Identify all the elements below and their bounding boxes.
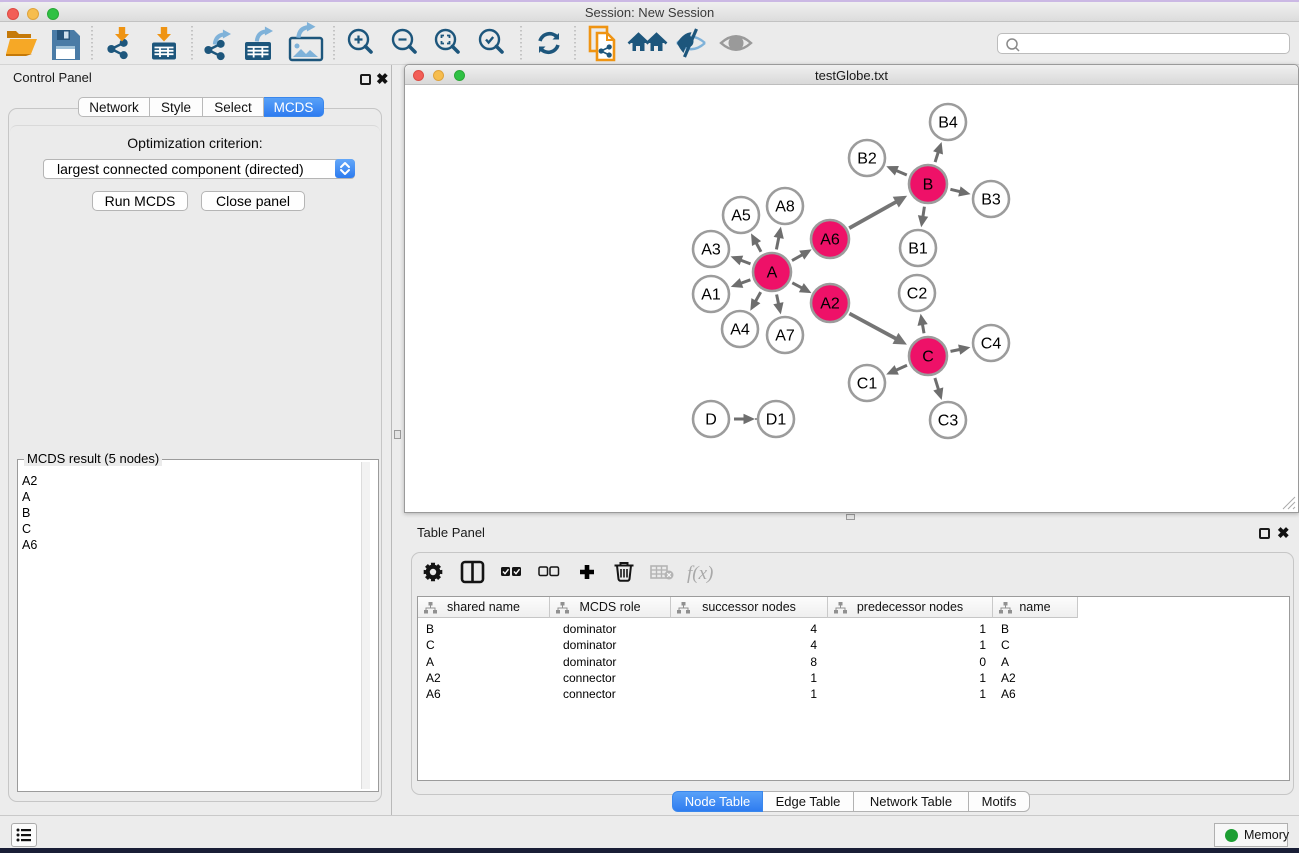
svg-text:C2: C2 <box>907 286 928 303</box>
svg-text:A3: A3 <box>701 242 721 259</box>
svg-text:A: A <box>767 265 778 282</box>
svg-text:C3: C3 <box>938 413 959 430</box>
svg-text:A6: A6 <box>820 232 840 249</box>
svg-text:f(x): f(x) <box>687 563 713 584</box>
svg-text:B4: B4 <box>938 115 958 132</box>
svg-text:C1: C1 <box>857 376 878 393</box>
svg-text:A4: A4 <box>730 322 750 339</box>
svg-text:A5: A5 <box>731 208 751 225</box>
svg-text:A8: A8 <box>775 199 795 216</box>
svg-text:A7: A7 <box>775 328 795 345</box>
svg-text:C: C <box>922 349 934 366</box>
svg-text:C4: C4 <box>981 336 1002 353</box>
svg-text:A2: A2 <box>820 296 840 313</box>
svg-text:B1: B1 <box>908 241 928 258</box>
svg-text:D: D <box>705 412 717 429</box>
svg-text:D1: D1 <box>766 412 787 429</box>
svg-text:B3: B3 <box>981 192 1001 209</box>
svg-text:B: B <box>923 177 934 194</box>
svg-text:A1: A1 <box>701 287 721 304</box>
svg-text:B2: B2 <box>857 151 877 168</box>
